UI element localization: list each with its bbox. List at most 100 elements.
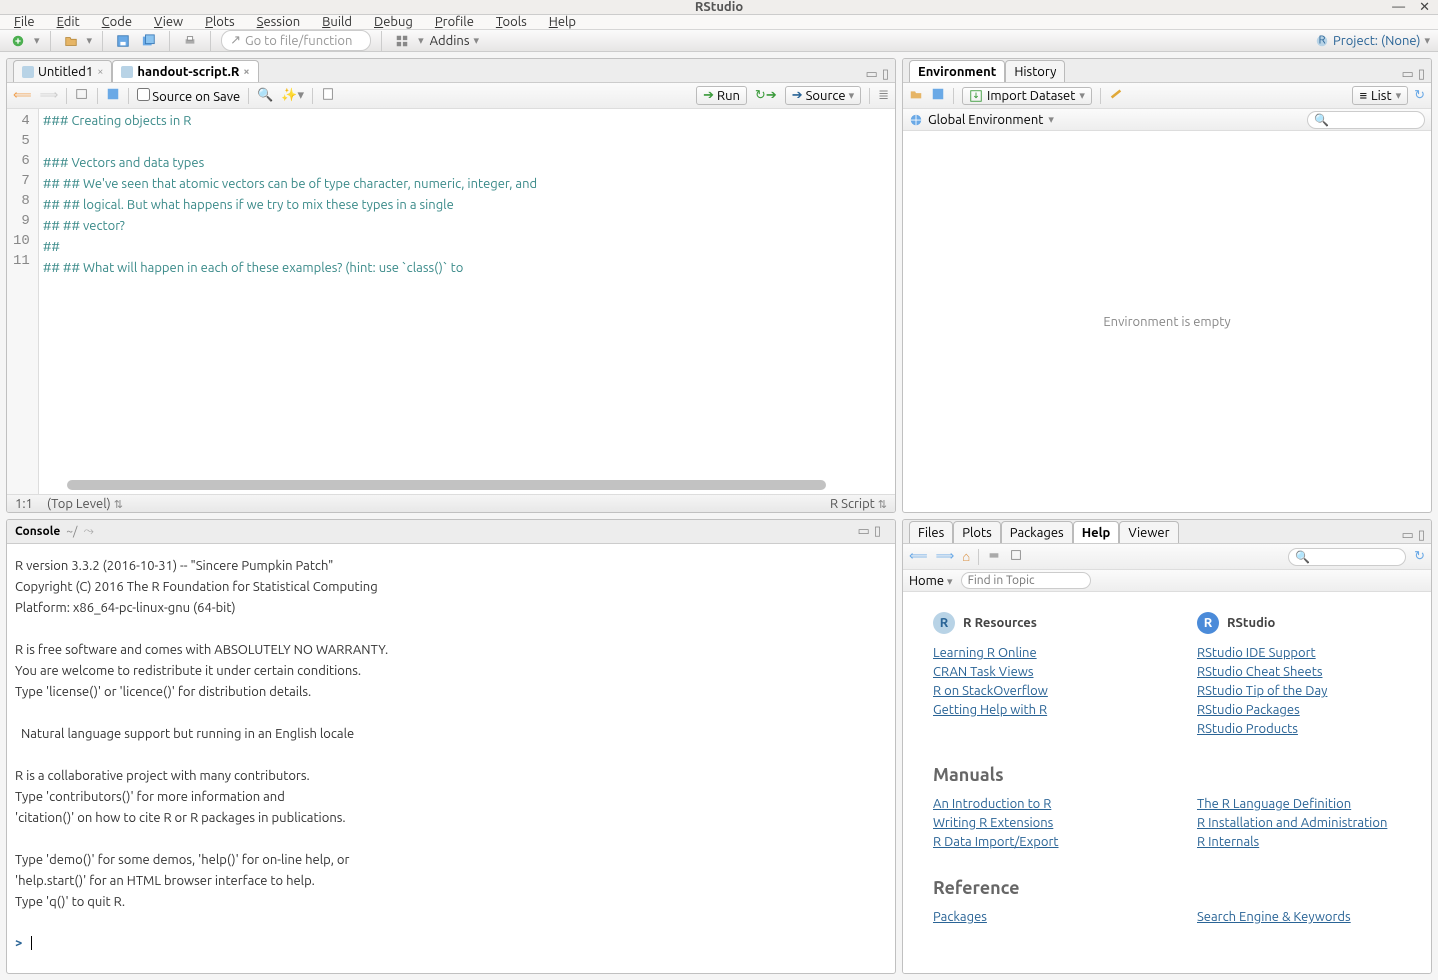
help-link[interactable]: Packages: [933, 910, 1137, 924]
console-output[interactable]: R version 3.3.2 (2016-10-31) -- "Sincere…: [7, 544, 895, 973]
help-link[interactable]: R Installation and Administration: [1197, 816, 1401, 830]
close-tab-icon[interactable]: ×: [97, 66, 103, 78]
back-button[interactable]: ⟸: [13, 88, 32, 103]
menu-edit[interactable]: Edit: [57, 15, 80, 29]
minimize-pane-icon[interactable]: ▭: [1402, 528, 1414, 543]
help-link[interactable]: R on StackOverflow: [933, 684, 1137, 698]
menu-tools[interactable]: Tools: [496, 15, 527, 29]
load-workspace-icon[interactable]: [909, 87, 923, 104]
minimize-button[interactable]: —: [1392, 0, 1405, 15]
tab-environment[interactable]: Environment: [909, 60, 1005, 82]
language-mode[interactable]: R Script ⇅: [830, 497, 887, 511]
help-print-icon[interactable]: [987, 548, 1001, 565]
tab-files[interactable]: Files: [909, 521, 953, 543]
close-button[interactable]: ✕: [1419, 0, 1430, 15]
find-in-topic-input[interactable]: [961, 572, 1091, 589]
minimize-pane-icon[interactable]: ▭: [1402, 67, 1414, 82]
menu-plots[interactable]: Plots: [205, 15, 235, 29]
maximize-pane-icon[interactable]: ▯: [874, 524, 881, 539]
scope-selector[interactable]: (Top Level) ⇅: [47, 497, 123, 511]
help-link[interactable]: An Introduction to R: [933, 797, 1137, 811]
outline-icon[interactable]: ≣: [878, 88, 889, 103]
help-breadcrumb[interactable]: Home ▾: [909, 574, 953, 588]
source-tab-handout[interactable]: handout-script.R ×: [112, 60, 258, 82]
menu-debug[interactable]: Debug: [374, 15, 413, 29]
scope-selector[interactable]: Global Environment▾: [909, 113, 1054, 127]
import-dataset-button[interactable]: Import Dataset▾: [962, 87, 1092, 105]
print-button[interactable]: [180, 31, 200, 51]
refresh-help-icon[interactable]: ↻: [1414, 549, 1425, 564]
new-file-dropdown-icon[interactable]: ▾: [34, 34, 40, 47]
grid-icon[interactable]: [392, 31, 412, 51]
tab-plots[interactable]: Plots: [953, 521, 1001, 543]
help-link[interactable]: Learning R Online: [933, 646, 1137, 660]
source-tab-untitled[interactable]: Untitled1 ×: [13, 60, 112, 82]
source-on-save-checkbox[interactable]: Source on Save: [137, 88, 240, 104]
open-file-button[interactable]: [61, 31, 81, 51]
code-tools-icon[interactable]: ✨▾: [281, 88, 304, 103]
help-link[interactable]: RStudio Products: [1197, 722, 1401, 736]
view-mode-selector[interactable]: ≡ List▾: [1352, 86, 1408, 105]
menu-build[interactable]: Build: [322, 15, 352, 29]
clear-workspace-icon[interactable]: [1109, 87, 1123, 104]
run-button[interactable]: ➔ Run: [696, 86, 747, 105]
minimize-pane-icon[interactable]: ▭: [858, 524, 870, 539]
menu-code[interactable]: Code: [102, 15, 132, 29]
save-source-button[interactable]: [106, 87, 120, 104]
go-to-file-function-input[interactable]: ↗ Go to file/function: [221, 30, 371, 51]
help-link[interactable]: Search Engine & Keywords: [1197, 910, 1401, 924]
help-link[interactable]: Writing R Extensions: [933, 816, 1137, 830]
maximize-pane-icon[interactable]: ▯: [1418, 67, 1425, 82]
help-back-icon[interactable]: ⟸: [909, 549, 928, 564]
env-search-input[interactable]: 🔍: [1307, 111, 1425, 129]
console-prompt[interactable]: >: [15, 936, 22, 950]
new-file-button[interactable]: [8, 31, 28, 51]
menu-session[interactable]: Session: [257, 15, 300, 29]
re-run-icon[interactable]: ↻➔: [755, 88, 777, 103]
grid-dropdown-icon[interactable]: ▾: [418, 34, 424, 47]
minimize-pane-icon[interactable]: ▭: [866, 67, 878, 82]
manuals-heading: Manuals: [933, 765, 1401, 785]
save-button[interactable]: [113, 31, 133, 51]
close-tab-icon[interactable]: ×: [243, 66, 249, 78]
menu-profile[interactable]: Profile: [435, 15, 474, 29]
source-button[interactable]: ➔ Source ▾: [785, 86, 861, 105]
console-expand-icon[interactable]: ⤳: [83, 524, 93, 539]
help-link[interactable]: The R Language Definition: [1197, 797, 1401, 811]
tab-help[interactable]: Help: [1073, 521, 1120, 543]
menu-file[interactable]: File: [14, 15, 35, 29]
help-popout-icon[interactable]: [1009, 548, 1023, 565]
help-link[interactable]: CRAN Task Views: [933, 665, 1137, 679]
code-editor[interactable]: 4567891011 ### Creating objects in R ###…: [7, 109, 895, 494]
horizontal-scrollbar[interactable]: [67, 480, 883, 490]
help-link[interactable]: RStudio Cheat Sheets: [1197, 665, 1401, 679]
help-forward-icon[interactable]: ⟹: [936, 549, 955, 564]
tab-history[interactable]: History: [1005, 60, 1065, 82]
help-link[interactable]: Getting Help with R: [933, 703, 1137, 717]
help-search-input[interactable]: 🔍: [1288, 548, 1406, 566]
menu-view[interactable]: View: [154, 15, 183, 29]
tab-viewer[interactable]: Viewer: [1119, 521, 1178, 543]
open-recent-dropdown-icon[interactable]: ▾: [87, 34, 93, 47]
refresh-icon[interactable]: ↻: [1414, 88, 1425, 103]
help-link[interactable]: R Data Import/Export: [933, 835, 1137, 849]
maximize-pane-icon[interactable]: ▯: [882, 67, 889, 82]
help-link[interactable]: R Internals: [1197, 835, 1401, 849]
save-workspace-icon[interactable]: [931, 87, 945, 104]
addins-menu[interactable]: Addins▾: [430, 34, 479, 48]
project-menu[interactable]: R Project: (None)▾: [1315, 34, 1430, 48]
show-in-new-window-icon[interactable]: [75, 87, 89, 104]
tab-packages[interactable]: Packages: [1001, 521, 1073, 543]
help-link[interactable]: RStudio IDE Support: [1197, 646, 1401, 660]
menu-help[interactable]: Help: [549, 15, 576, 29]
compile-report-icon[interactable]: [321, 87, 335, 104]
find-replace-icon[interactable]: 🔍: [257, 88, 273, 103]
forward-button[interactable]: ⟹: [40, 88, 59, 103]
maximize-pane-icon[interactable]: ▯: [1418, 528, 1425, 543]
help-link[interactable]: RStudio Packages: [1197, 703, 1401, 717]
code-area[interactable]: ### Creating objects in R ### Vectors an…: [39, 109, 895, 494]
help-home-icon[interactable]: ⌂: [962, 549, 970, 564]
help-link[interactable]: RStudio Tip of the Day: [1197, 684, 1401, 698]
help-content[interactable]: RR Resources Learning R OnlineCRAN Task …: [903, 592, 1431, 973]
save-all-button[interactable]: [139, 31, 159, 51]
